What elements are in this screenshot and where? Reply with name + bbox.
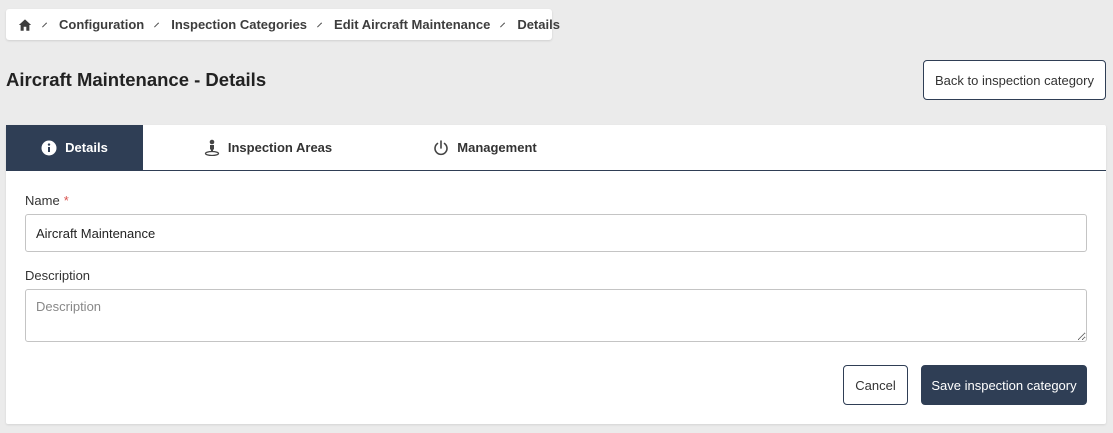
breadcrumb-details: Details [517, 17, 560, 32]
breadcrumb-configuration[interactable]: Configuration [59, 17, 144, 32]
tab-details-label: Details [65, 140, 108, 155]
name-label: Name * [25, 193, 69, 208]
back-to-category-button[interactable]: Back to inspection category [923, 60, 1106, 100]
breadcrumb-edit-aircraft-maintenance[interactable]: Edit Aircraft Maintenance [334, 17, 490, 32]
tab-management-label: Management [457, 140, 537, 155]
info-icon [41, 140, 57, 156]
home-icon[interactable] [18, 18, 32, 32]
page-title: Aircraft Maintenance - Details [6, 69, 267, 90]
chevron-right-icon [42, 22, 47, 27]
details-card: Details Inspection Areas Management Name… [6, 125, 1106, 424]
name-group: Name * [25, 193, 1087, 252]
breadcrumb: Configuration Inspection Categories Edit… [6, 9, 560, 40]
description-textarea[interactable] [25, 289, 1087, 342]
tab-details[interactable]: Details [6, 125, 143, 170]
tab-inspection-areas-label: Inspection Areas [227, 140, 333, 155]
form-actions: Cancel Save inspection category [843, 365, 1087, 405]
tab-bar: Details Inspection Areas Management [6, 125, 1106, 171]
required-marker: * [63, 193, 69, 208]
tab-inspection-areas[interactable]: Inspection Areas [143, 125, 393, 170]
cancel-button[interactable]: Cancel [843, 365, 908, 405]
name-input[interactable] [25, 214, 1087, 252]
details-form: Name* Description [6, 171, 1106, 347]
description-group: Description [25, 268, 1087, 347]
chevron-right-icon [154, 22, 160, 27]
save-inspection-category-button[interactable]: Save inspection category [921, 365, 1087, 405]
description-label: Description [25, 268, 91, 283]
power-icon [433, 139, 449, 156]
location-person-icon [204, 139, 220, 156]
chevron-right-icon [500, 22, 506, 27]
breadcrumb-inspection-categories[interactable]: Inspection Categories [171, 17, 307, 32]
tab-management[interactable]: Management [393, 125, 577, 170]
chevron-right-icon [317, 22, 323, 27]
